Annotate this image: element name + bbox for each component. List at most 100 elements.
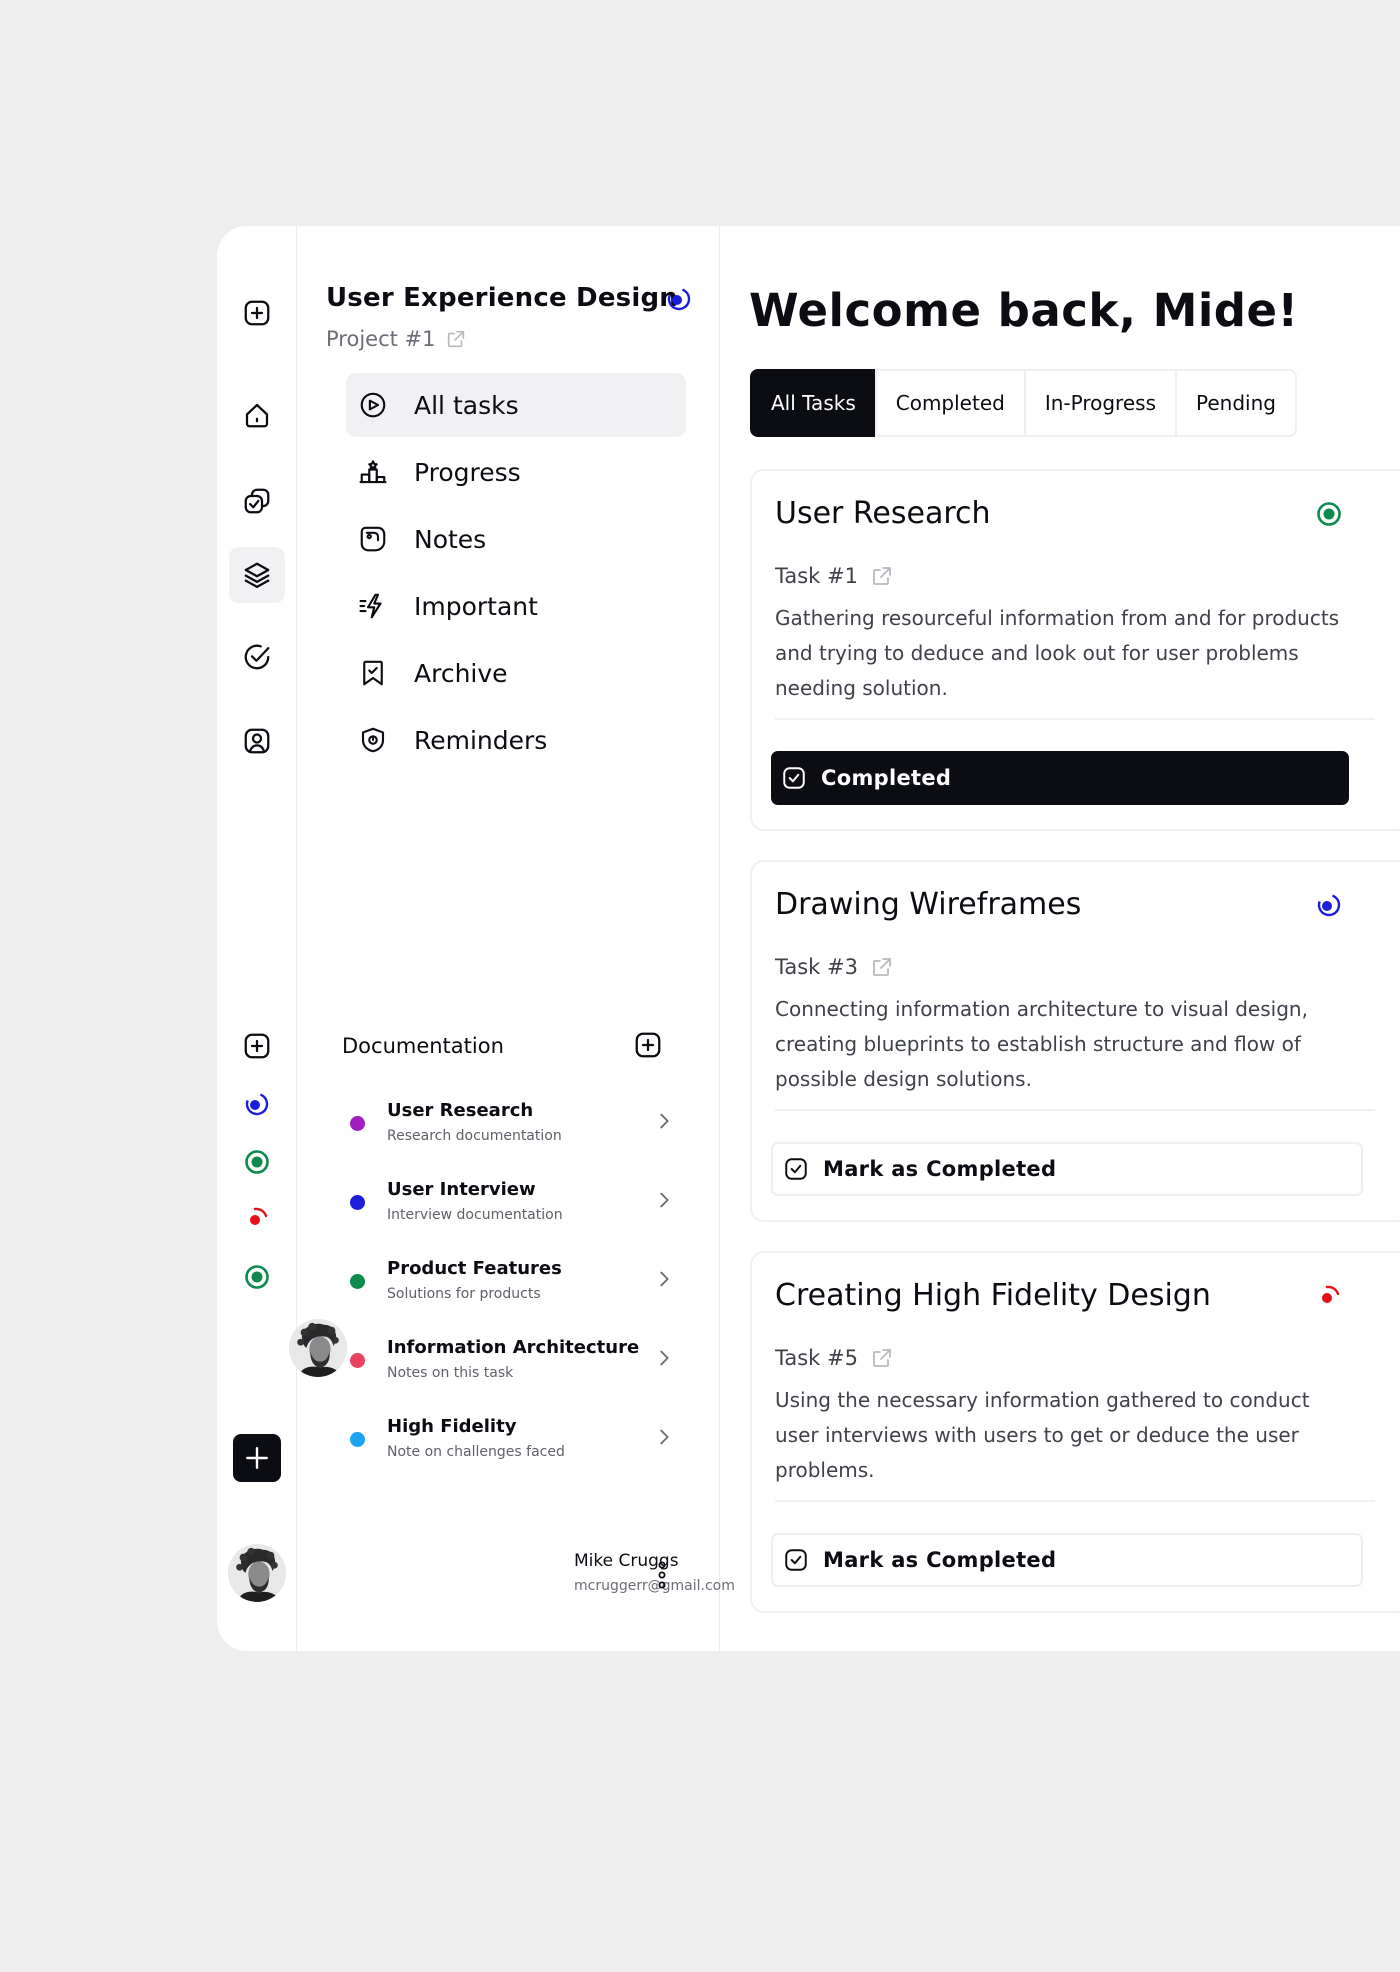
nav-label: All tasks bbox=[414, 390, 519, 420]
external-link-icon[interactable] bbox=[870, 564, 894, 588]
circle-check-icon bbox=[244, 644, 270, 670]
pending-red-icon bbox=[1314, 1281, 1344, 1311]
lightning-icon bbox=[359, 593, 382, 619]
color-dot bbox=[350, 1353, 365, 1368]
divider bbox=[775, 718, 1375, 720]
divider bbox=[775, 1500, 1375, 1502]
user-square-icon bbox=[244, 728, 270, 754]
button-label: Mark as Completed bbox=[823, 1157, 1057, 1181]
task-number: Task #1 bbox=[775, 564, 858, 588]
plus-square-icon bbox=[635, 1032, 661, 1058]
task-card: Creating High Fidelity Design Task #5 Us… bbox=[750, 1251, 1400, 1613]
button-label: Completed bbox=[821, 766, 952, 790]
home-button[interactable] bbox=[229, 387, 285, 443]
nav-progress[interactable]: Progress bbox=[346, 440, 686, 504]
doc-item-user-interview[interactable]: User Interview Interview documentation bbox=[339, 1177, 669, 1241]
app-window: User Experience Design Project #1 All ta… bbox=[217, 226, 1400, 1651]
project-subtitle: Project #1 bbox=[326, 327, 467, 351]
check-square-icon bbox=[785, 1158, 807, 1180]
divider bbox=[775, 1109, 1375, 1111]
shield-icon bbox=[361, 727, 385, 753]
doc-subtitle: Research documentation bbox=[387, 1128, 562, 1144]
color-dot bbox=[350, 1274, 365, 1289]
nav-all-tasks[interactable]: All tasks bbox=[346, 373, 686, 437]
nav-label: Important bbox=[414, 591, 538, 621]
task-number: Task #5 bbox=[775, 1346, 858, 1370]
add-documentation-button[interactable] bbox=[633, 1030, 663, 1060]
doc-item-information-architecture[interactable]: Information Architecture Notes on this t… bbox=[339, 1335, 669, 1399]
plus-square-icon bbox=[244, 1033, 270, 1059]
tab-in-progress[interactable]: In-Progress bbox=[1023, 369, 1177, 437]
completed-green-icon[interactable] bbox=[242, 1147, 272, 1177]
icon-rail bbox=[217, 226, 297, 1651]
external-link-icon[interactable] bbox=[870, 1346, 894, 1370]
filter-tabs: All Tasks Completed In-Progress Pending bbox=[750, 369, 1297, 437]
chevron-right-icon bbox=[660, 1192, 669, 1208]
tab-all-tasks[interactable]: All Tasks bbox=[750, 369, 877, 437]
doc-title: High Fidelity bbox=[387, 1416, 517, 1437]
completed-green-icon[interactable] bbox=[242, 1262, 272, 1292]
nav-important[interactable]: Important bbox=[346, 574, 686, 638]
doc-item-product-features[interactable]: Product Features Solutions for products bbox=[339, 1256, 669, 1320]
nav-label: Progress bbox=[414, 457, 521, 487]
check-button[interactable] bbox=[229, 629, 285, 685]
add-project-button[interactable] bbox=[229, 285, 285, 341]
layers-button[interactable] bbox=[229, 547, 285, 603]
button-label: Mark as Completed bbox=[823, 1548, 1057, 1572]
task-description: Connecting information architecture to v… bbox=[775, 997, 1308, 1091]
pending-red-icon[interactable] bbox=[242, 1203, 272, 1233]
in-progress-blue-icon[interactable] bbox=[242, 1089, 272, 1119]
external-link-icon[interactable] bbox=[445, 328, 467, 350]
doc-title: Product Features bbox=[387, 1258, 562, 1279]
notes-icon bbox=[360, 526, 386, 552]
doc-subtitle: Interview documentation bbox=[387, 1207, 563, 1223]
task-number-row: Task #3 bbox=[775, 955, 894, 979]
color-dot bbox=[350, 1195, 365, 1210]
task-number-row: Task #5 bbox=[775, 1346, 894, 1370]
copy-check-icon bbox=[244, 488, 270, 514]
mark-completed-button[interactable]: Mark as Completed bbox=[771, 1533, 1363, 1587]
mark-completed-button[interactable]: Mark as Completed bbox=[771, 1142, 1363, 1196]
nav-notes[interactable]: Notes bbox=[346, 507, 686, 571]
tasks-copy-button[interactable] bbox=[229, 473, 285, 529]
doc-item-user-research[interactable]: User Research Research documentation bbox=[339, 1098, 669, 1162]
task-number-row: Task #1 bbox=[775, 564, 894, 588]
plus-square-icon bbox=[244, 300, 270, 326]
doc-subtitle: Notes on this task bbox=[387, 1365, 514, 1381]
user-photo bbox=[228, 1544, 286, 1602]
tab-completed[interactable]: Completed bbox=[874, 369, 1026, 437]
user-avatar[interactable] bbox=[289, 1319, 347, 1377]
doc-subtitle: Note on challenges faced bbox=[387, 1444, 565, 1460]
plus-icon bbox=[246, 1447, 268, 1469]
color-dot bbox=[350, 1116, 365, 1131]
chevron-right-icon bbox=[660, 1113, 669, 1129]
avatar[interactable] bbox=[228, 1544, 286, 1602]
create-new-button[interactable] bbox=[233, 1434, 281, 1482]
task-title: Drawing Wireframes bbox=[775, 887, 1082, 922]
profile-button[interactable] bbox=[229, 713, 285, 769]
task-description: Gathering resourceful information from a… bbox=[775, 606, 1340, 700]
nav-label: Archive bbox=[414, 658, 508, 688]
rail-add-status-button[interactable] bbox=[242, 1031, 272, 1061]
doc-title: User Interview bbox=[387, 1179, 536, 1200]
project-number: Project #1 bbox=[326, 327, 436, 351]
completed-green-icon bbox=[1314, 499, 1344, 529]
bookmark-icon bbox=[363, 660, 383, 686]
in-progress-blue-icon bbox=[664, 284, 694, 314]
documentation-heading: Documentation bbox=[342, 1034, 504, 1058]
task-description: Using the necessary information gathered… bbox=[775, 1388, 1310, 1482]
check-square-icon bbox=[783, 767, 805, 789]
completed-button[interactable]: Completed bbox=[771, 751, 1349, 805]
doc-subtitle: Solutions for products bbox=[387, 1286, 541, 1302]
external-link-icon[interactable] bbox=[870, 955, 894, 979]
chevron-right-icon bbox=[660, 1271, 669, 1287]
doc-title: Information Architecture bbox=[387, 1337, 640, 1358]
user-photo bbox=[289, 1319, 347, 1377]
more-vertical-icon[interactable] bbox=[655, 1560, 669, 1590]
tab-pending[interactable]: Pending bbox=[1175, 369, 1297, 437]
nav-archive[interactable]: Archive bbox=[346, 641, 686, 705]
nav-reminders[interactable]: Reminders bbox=[346, 708, 686, 772]
chevron-right-icon bbox=[660, 1350, 669, 1366]
doc-item-high-fidelity[interactable]: High Fidelity Note on challenges faced bbox=[339, 1414, 669, 1478]
nav-label: Reminders bbox=[414, 725, 548, 755]
